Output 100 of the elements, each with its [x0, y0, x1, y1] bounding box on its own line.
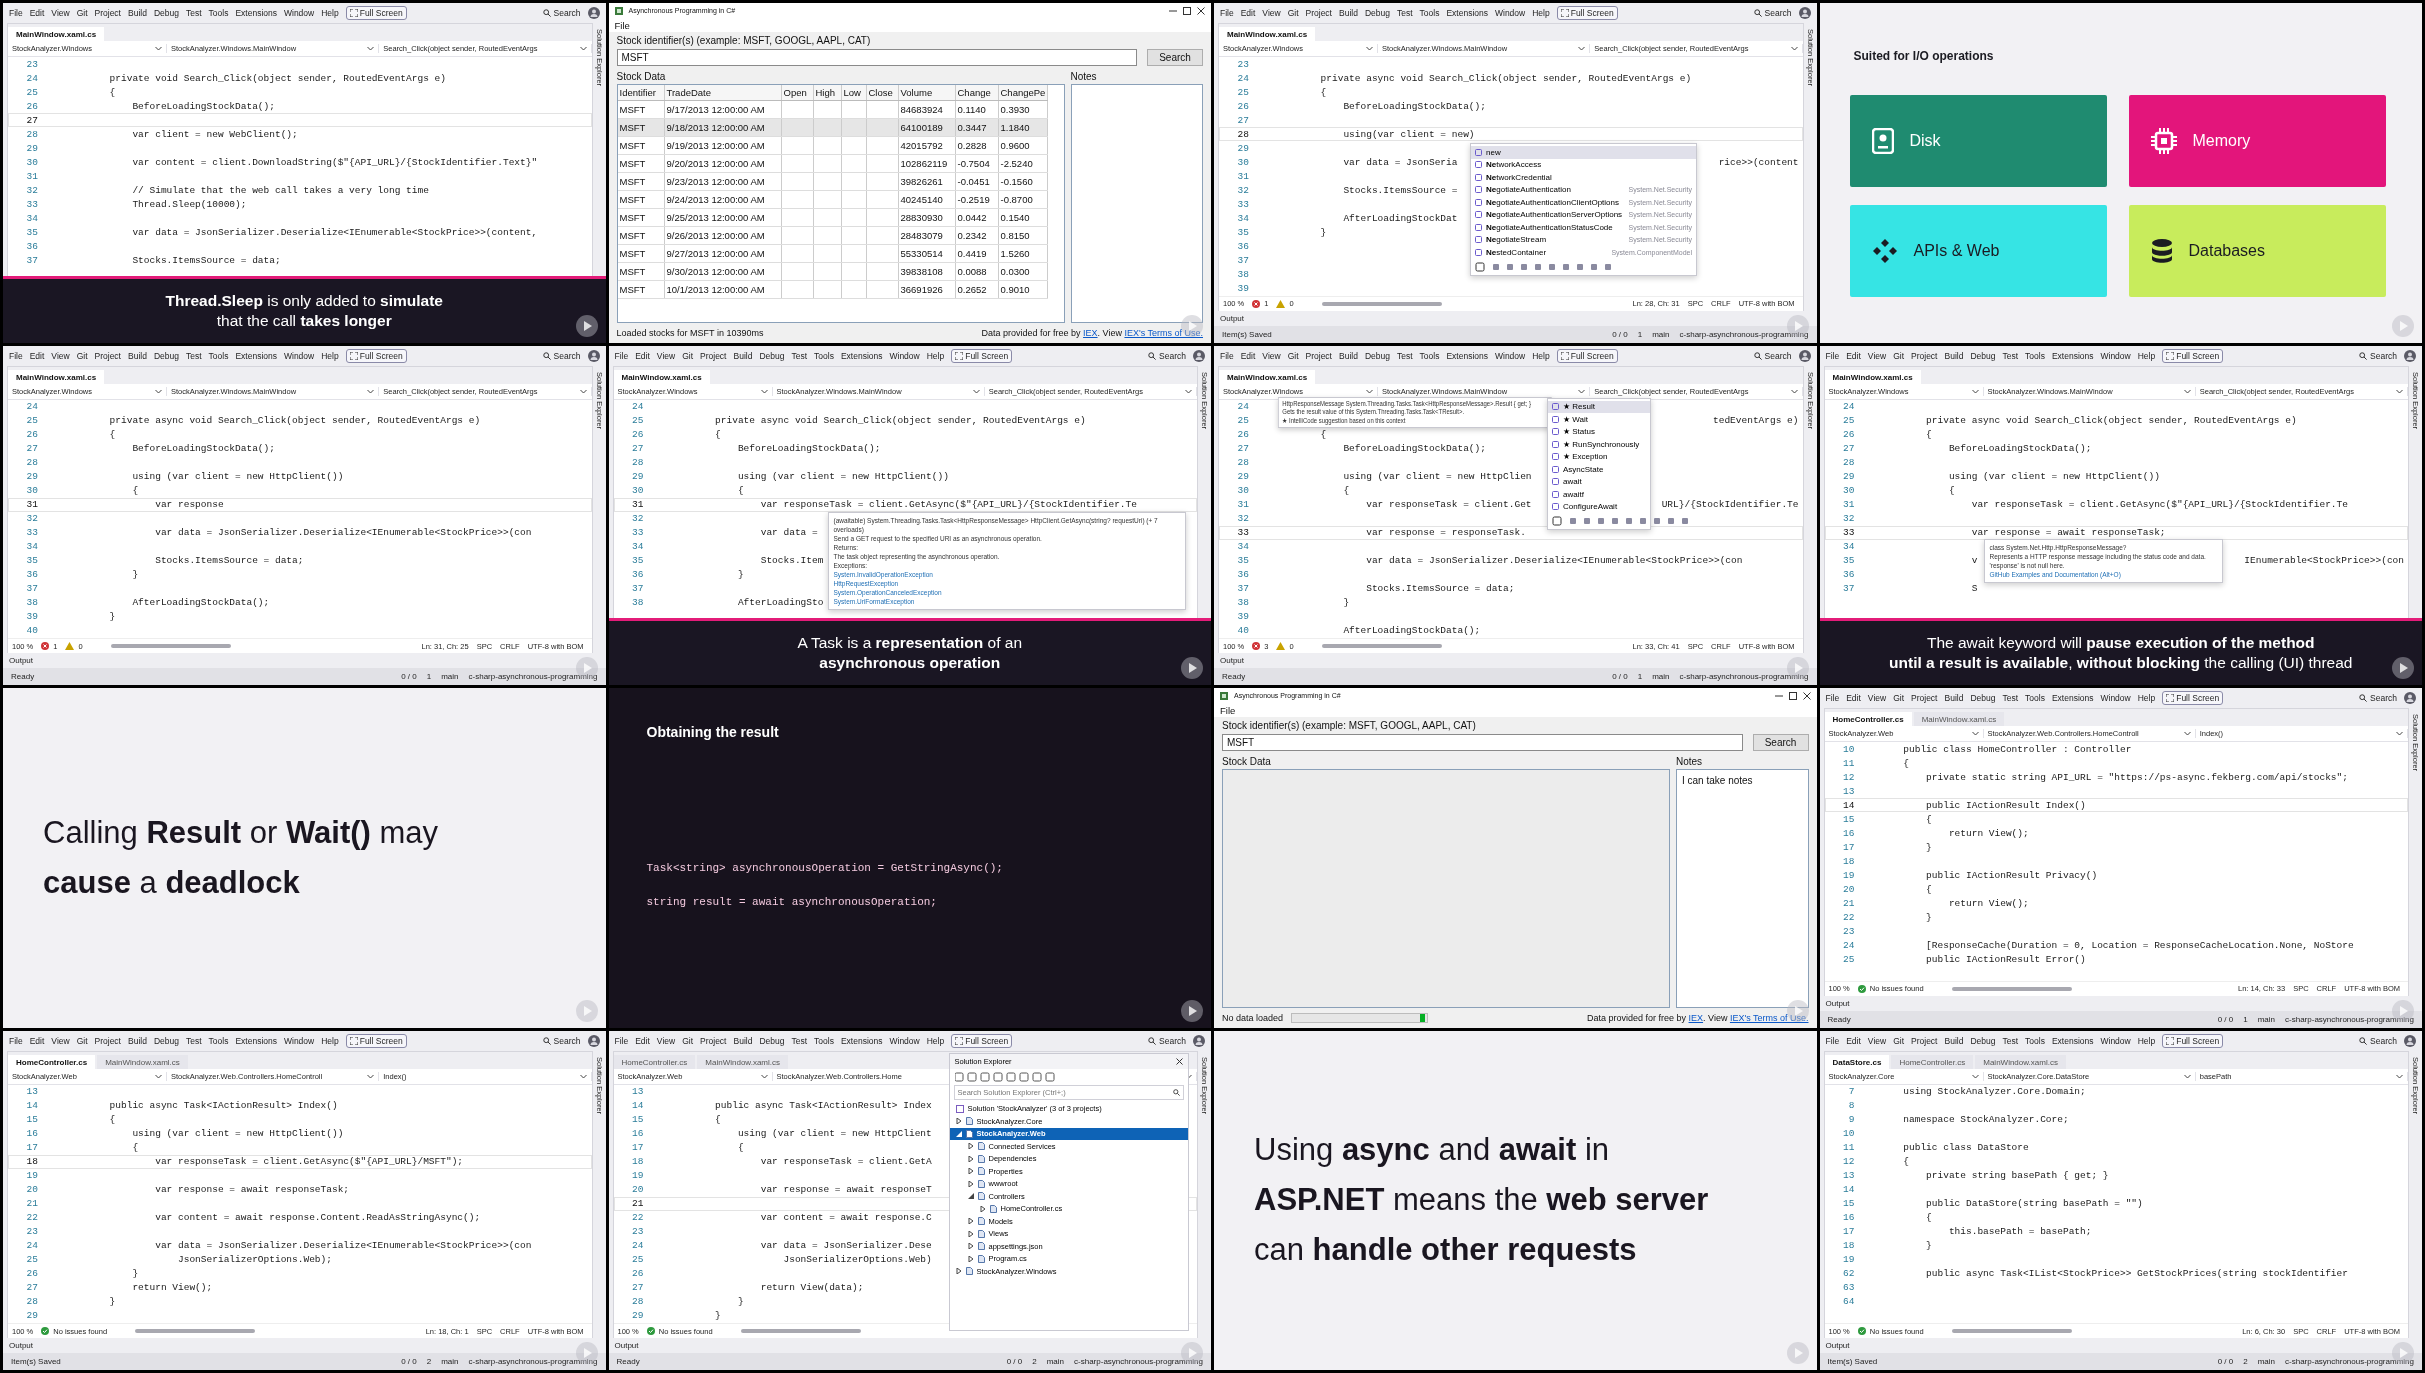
close-icon[interactable]	[1175, 1057, 1183, 1065]
menu-item[interactable]: Build	[733, 1035, 753, 1046]
expander-icon[interactable]	[955, 1130, 962, 1137]
editor-tab[interactable]: HomeController.cs	[1824, 712, 1912, 726]
branch-name[interactable]: main	[1652, 672, 1670, 681]
menu-item[interactable]: Debug	[759, 1035, 785, 1046]
menu-item[interactable]: Window	[1495, 8, 1526, 18]
menu-item[interactable]: Help	[2137, 693, 2156, 703]
menu-item[interactable]: Project	[700, 350, 727, 361]
table-row[interactable]: MSFT 9/23/2013 12:00:00 AM 39826261 -0.0451 -0.1560	[617, 172, 1048, 191]
editor-tab[interactable]: DataStore.cs	[1824, 1054, 1890, 1069]
output-panel-label[interactable]: Output	[9, 656, 33, 665]
menu-item[interactable]: Test	[1396, 350, 1413, 361]
table-row[interactable]: MSFT 9/25/2013 12:00:00 AM 28830930 0.0442 0.1540	[617, 208, 1048, 227]
menu-item[interactable]: Git	[682, 350, 693, 361]
menu-item[interactable]: Git	[1287, 350, 1299, 361]
completion-item[interactable]: ★ Wait	[1548, 413, 1650, 426]
repository-name[interactable]: c-sharp-asynchronous-programming	[1679, 329, 1809, 339]
menu-item[interactable]: Tools	[814, 350, 834, 361]
menu-item[interactable]: Extensions	[2051, 350, 2094, 361]
menu-item[interactable]: File	[1220, 704, 1236, 716]
menu-item[interactable]: Build	[1944, 1035, 1964, 1046]
menu-item[interactable]: Edit	[29, 350, 45, 361]
menu-item[interactable]: Git	[1893, 350, 1904, 361]
play-icon[interactable]	[1181, 657, 1203, 679]
search-button[interactable]: Search	[1752, 734, 1809, 751]
maximize-icon[interactable]	[1788, 691, 1797, 700]
pending-changes[interactable]: 0 / 0	[1612, 672, 1628, 681]
expander-icon[interactable]	[967, 1230, 974, 1237]
menu-item[interactable]: Debug	[759, 350, 785, 361]
search-box[interactable]: Search	[1148, 350, 1186, 361]
column-header[interactable]: Volume	[898, 85, 955, 101]
horizontal-scrollbar[interactable]	[1951, 1329, 2072, 1333]
menu-item[interactable]: File	[1825, 693, 1840, 703]
branch-name[interactable]: main	[2257, 1357, 2276, 1366]
avatar-icon[interactable]	[1193, 1034, 1205, 1047]
column-header[interactable]: Identifier	[617, 85, 664, 101]
completion-item[interactable]: NetworkAccess	[1471, 158, 1696, 171]
search-box[interactable]: Search	[542, 8, 581, 18]
expander-icon[interactable]	[967, 1180, 974, 1187]
edit-count[interactable]: 1	[2243, 1014, 2248, 1024]
edit-count[interactable]: 2	[426, 1357, 432, 1366]
menu-item[interactable]: Tools	[1419, 350, 1440, 361]
menu-item[interactable]: Project	[1305, 350, 1332, 361]
pending-changes[interactable]: 0 / 0	[2217, 1357, 2234, 1366]
search-box[interactable]: Search	[1148, 1035, 1186, 1046]
menu-item[interactable]: Edit	[1846, 350, 1861, 361]
menu-item[interactable]: Test	[185, 8, 202, 18]
menu-item[interactable]: View	[51, 350, 70, 361]
repository-name[interactable]: c-sharp-asynchronous-programming	[1679, 672, 1809, 681]
pending-changes[interactable]: 0 / 0	[1006, 1357, 1023, 1366]
maximize-icon[interactable]	[1183, 6, 1191, 15]
menu-item[interactable]: Edit	[635, 1035, 650, 1046]
search-box[interactable]: Search	[542, 350, 581, 361]
menu-item[interactable]: File	[9, 8, 23, 18]
editor-tab[interactable]: MainWindow.xaml.cs	[697, 1054, 788, 1069]
menu-item[interactable]: Extensions	[840, 350, 883, 361]
menu-item[interactable]: View	[51, 1035, 70, 1046]
menu-item[interactable]: View	[656, 350, 676, 361]
full-screen-button[interactable]: Full Screen	[345, 348, 407, 363]
repository-name[interactable]: c-sharp-asynchronous-programming	[468, 672, 598, 681]
full-screen-button[interactable]: Full Screen	[951, 348, 1013, 363]
editor-tab[interactable]: MainWindow.xaml.cs	[1824, 369, 1921, 384]
column-header[interactable]: ChangePe	[998, 85, 1048, 101]
avatar-icon[interactable]	[2404, 349, 2416, 362]
repository-name[interactable]: c-sharp-asynchronous-programming	[2285, 1357, 2414, 1366]
editor-tab[interactable]: HomeController.cs	[613, 1054, 696, 1069]
menu-item[interactable]: Window	[2100, 350, 2131, 361]
output-panel-label[interactable]: Output	[1220, 656, 1244, 665]
menu-item[interactable]: Help	[321, 8, 339, 18]
column-header[interactable]: Open	[781, 85, 813, 101]
editor-tab[interactable]: MainWindow.xaml.cs	[1913, 712, 2005, 726]
editor-tab[interactable]: MainWindow.xaml.cs	[1219, 369, 1316, 384]
menu-item[interactable]: Build	[128, 1035, 147, 1046]
menu-item[interactable]: Test	[2002, 1035, 2019, 1046]
menu-item[interactable]: Test	[185, 350, 202, 361]
search-button[interactable]: Search	[1147, 49, 1203, 66]
editor-tab[interactable]: MainWindow.xaml.cs	[8, 369, 105, 384]
menu-item[interactable]: Git	[1287, 8, 1299, 18]
avatar-icon[interactable]	[587, 7, 600, 19]
close-icon[interactable]	[1197, 6, 1205, 15]
output-panel-label[interactable]: Output	[1825, 998, 1850, 1008]
menu-item[interactable]: Debug	[1970, 693, 1996, 703]
menu-item[interactable]: Tools	[2025, 693, 2045, 703]
menu-item[interactable]: Git	[1893, 693, 1904, 703]
menu-item[interactable]: File	[614, 350, 629, 361]
menu-item[interactable]: Help	[926, 1035, 945, 1046]
menu-item[interactable]: Tools	[814, 1035, 834, 1046]
search-box[interactable]: Search	[2359, 693, 2397, 703]
menu-item[interactable]: Build	[1339, 8, 1358, 18]
menu-item[interactable]: Window	[284, 1035, 315, 1046]
pending-changes[interactable]: 0 / 0	[401, 1357, 417, 1366]
menu-item[interactable]: View	[1262, 350, 1281, 361]
menu-item[interactable]: Window	[2100, 1035, 2131, 1046]
menu-item[interactable]: Extensions	[840, 1035, 883, 1046]
menu-item[interactable]: Tools	[208, 1035, 229, 1046]
table-row[interactable]: MSFT 9/17/2013 12:00:00 AM 84683924 0.1140 0.3930	[617, 100, 1048, 119]
expander-icon[interactable]	[955, 1118, 962, 1125]
menu-item[interactable]: Debug	[1970, 1035, 1996, 1046]
editor-tab[interactable]: HomeController.cs	[8, 1054, 96, 1069]
